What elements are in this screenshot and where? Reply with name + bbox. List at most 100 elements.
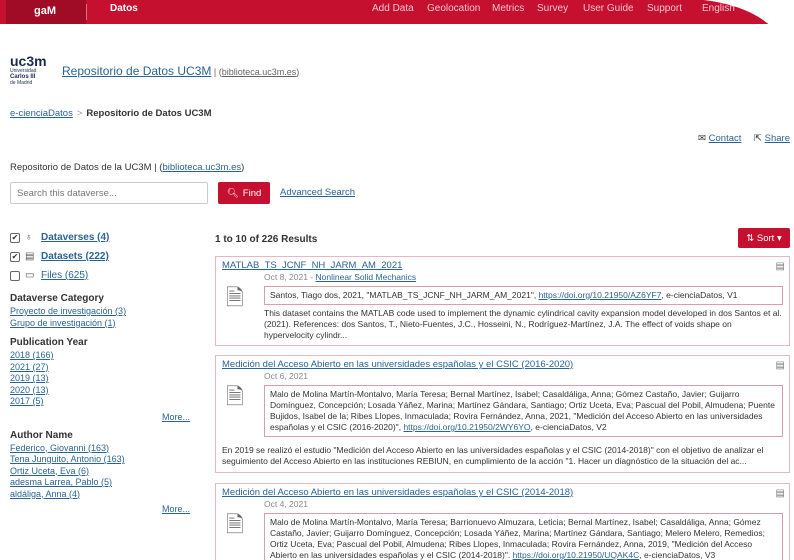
sort-label: Sort (756, 232, 775, 244)
result-card[interactable]: Medición del Acceso Abierto en las unive… (215, 483, 790, 560)
dataverse-description: Repositorio de Datos de la UC3M | (bibli… (10, 162, 244, 173)
type-facet-label[interactable]: Datasets (222) (41, 251, 109, 262)
facet-publication-year: Publication Year 2018 (166) 2021 (27) 2019… (10, 337, 190, 422)
share-icon: ⇱ (754, 133, 762, 144)
nav-menu-item[interactable]: Add Data (372, 3, 414, 14)
sort-icon: ⇅ (746, 232, 755, 244)
date-text: Oct 8, 2021 - (264, 272, 316, 282)
checked-checkbox[interactable]: ✔ (10, 232, 20, 243)
result-description: This dataset contains the MATLAB code us… (264, 308, 782, 340)
more-link[interactable]: More... (10, 504, 190, 514)
description-link[interactable]: biblioteca.uc3m.es (162, 162, 241, 173)
caret-down-icon: ▾ (776, 232, 782, 244)
citation-text: Santos, Tiago dos, 2021, "MATLAB_TS_JCNF… (270, 290, 539, 300)
result-date: Oct 6, 2021 (264, 371, 308, 381)
description-suffix: ) (241, 162, 245, 173)
dataset-thumbnail-icon: 🗎 (226, 384, 244, 409)
facet-item-link[interactable]: Ortiz Uceta, Eva (6) (10, 466, 190, 478)
checked-checkbox[interactable]: ✔ (10, 251, 20, 262)
doi-link[interactable]: https://doi.org/10.21950/UQAK4C (513, 550, 640, 560)
type-facet-dataverse[interactable]: ✔ ♁ Dataverses (4) (10, 228, 190, 247)
result-title-link[interactable]: Medición del Acceso Abierto en las unive… (222, 359, 573, 370)
sort-button[interactable]: ⇅ Sort ▾ (738, 228, 790, 248)
brand-logo[interactable]: gaM (6, 0, 86, 24)
doi-link[interactable]: https://doi.org/10.21950/2WY6YO (403, 422, 530, 432)
site-title: Repositorio de Datos UC3M | (biblioteca.… (62, 64, 299, 78)
result-card[interactable]: Medición del Acceso Abierto en las unive… (215, 355, 790, 473)
facet-item-link[interactable]: Federico, Giovanni (163) (10, 443, 190, 455)
nav-menu-item[interactable]: Metrics (492, 3, 524, 14)
unchecked-checkbox[interactable] (10, 270, 20, 281)
facet-item-link[interactable]: 2019 (13) (10, 373, 190, 385)
nav-menu-item[interactable]: User Guide (583, 3, 634, 14)
title-close-paren: ) (296, 67, 300, 77)
dataset-icon: ▤ (25, 251, 35, 262)
university-logo[interactable]: uc3m Universidad Carlos III de Madrid (10, 53, 47, 86)
affiliation-link[interactable]: biblioteca.uc3m.es (222, 67, 297, 77)
parent-dataverse-link[interactable]: Nonlinear Solid Mechanics (316, 272, 417, 282)
breadcrumb: e-cienciaDatos > Repositorio de Datos UC3M (10, 108, 212, 119)
site-title-link[interactable]: Repositorio de Datos UC3M (62, 64, 211, 78)
result-title-link[interactable]: MATLAB_TS_JCNF_NH_JARM_AM_2021 (222, 260, 402, 271)
doi-link[interactable]: https://doi.org/10.21950/AZ6YF7 (539, 290, 662, 300)
facet-item-link[interactable]: Tena Junguito, Antonio (163) (10, 454, 190, 466)
facet-title: Dataverse Category (10, 293, 104, 304)
type-facets: ✔ ♁ Dataverses (4) ✔ ▤ Datasets (222) ▭ Files (… (10, 228, 190, 285)
brand-divider (86, 4, 87, 20)
facet-author-name: Author Name Federico, Giovanni (163) Tena… (10, 430, 190, 515)
logo-main-text: uc3m (10, 53, 47, 69)
citation-suffix: , e-cienciaDatos, V2 (530, 422, 607, 432)
result-date: Oct 4, 2021 (264, 499, 308, 509)
logo-line-3: de Madrid (10, 80, 33, 86)
citation-suffix: , e-cienciaDatos, V3 (639, 550, 716, 560)
search-input[interactable] (10, 182, 208, 204)
contact-button[interactable]: ✉ Contact (698, 133, 741, 144)
type-facet-dataset[interactable]: ✔ ▤ Datasets (222) (10, 247, 190, 266)
breadcrumb-current: Repositorio de Datos UC3M (86, 108, 212, 119)
navbar-section-title[interactable]: Datos (110, 3, 138, 14)
result-card[interactable]: MATLAB_TS_JCNF_NH_JARM_AM_2021 ▤ Oct 8, … (215, 256, 790, 346)
facet-item-link[interactable]: adesma Larrea, Pablo (5) (10, 477, 190, 489)
nav-menu-item[interactable]: Survey (537, 3, 568, 14)
type-facet-file[interactable]: ▭ Files (625) (10, 266, 190, 285)
facet-title: Author Name (10, 429, 73, 441)
result-title-link[interactable]: Medición del Acceso Abierto en las unive… (222, 487, 573, 498)
find-button[interactable]: 🔍︎ Find (218, 182, 270, 204)
facet-sidebar: ✔ ♁ Dataverses (4) ✔ ▤ Datasets (222) ▭ Files (… (10, 228, 190, 514)
brand-text: gaM (34, 5, 56, 17)
nav-menu-item[interactable]: Support (647, 3, 682, 14)
facet-item-link[interactable]: 2021 (27) (10, 362, 190, 374)
share-button[interactable]: ⇱ Share (754, 133, 790, 144)
breadcrumb-separator: > (76, 108, 83, 119)
facet-dataverse-category: Dataverse Category Proyecto de investiga… (10, 293, 190, 329)
find-label: Find (242, 187, 262, 199)
facet-item-link[interactable]: Proyecto de investigación (3) (10, 306, 190, 318)
breadcrumb-root-link[interactable]: e-cienciaDatos (10, 108, 73, 119)
results-count: 1 to 10 of 226 Results (215, 234, 318, 245)
facet-item-link[interactable]: 2020 (13) (10, 385, 190, 397)
facet-item-link[interactable]: Grupo de investigación (1) (10, 318, 190, 330)
type-facet-label[interactable]: Files (625) (41, 270, 88, 281)
citation-box: Malo de Molina Martín-Montalvo, María Te… (264, 385, 783, 437)
facet-item-link[interactable]: 2018 (166) (10, 350, 190, 362)
dataset-thumbnail-icon: 🗎 (226, 285, 244, 310)
result-date: Oct 8, 2021 - Nonlinear Solid Mechanics (264, 272, 416, 282)
type-facet-label[interactable]: Dataverses (4) (41, 232, 109, 243)
advanced-search-link[interactable]: Advanced Search (280, 187, 355, 198)
facet-items: Federico, Giovanni (163) Tena Junguito, A… (10, 443, 190, 501)
file-icon: ▭ (25, 270, 35, 281)
top-navbar: gaM Datos Add Data Geolocation Metrics Surv… (0, 0, 794, 24)
share-label: Share (764, 133, 790, 144)
title-separator: | ( (211, 67, 222, 77)
search-icon: 🔍︎ (226, 187, 239, 199)
contact-label: Contact (708, 133, 742, 144)
more-link[interactable]: More... (10, 412, 190, 422)
dataverse-actions: ✉ Contact ⇱ Share (688, 133, 790, 144)
nav-menu-item[interactable]: Geolocation (427, 3, 480, 14)
facet-item-link[interactable]: 2017 (5) (10, 396, 190, 408)
dataverse-icon: ♁ (25, 232, 33, 243)
facet-item-link[interactable]: aldáliga, Anna (4) (10, 489, 190, 501)
facet-items: 2018 (166) 2021 (27) 2019 (13) 2020 (13) 201… (10, 350, 190, 408)
citation-suffix: , e-cienciaDatos, V1 (661, 290, 738, 300)
description-prefix: Repositorio de Datos de la UC3M | ( (10, 162, 163, 173)
